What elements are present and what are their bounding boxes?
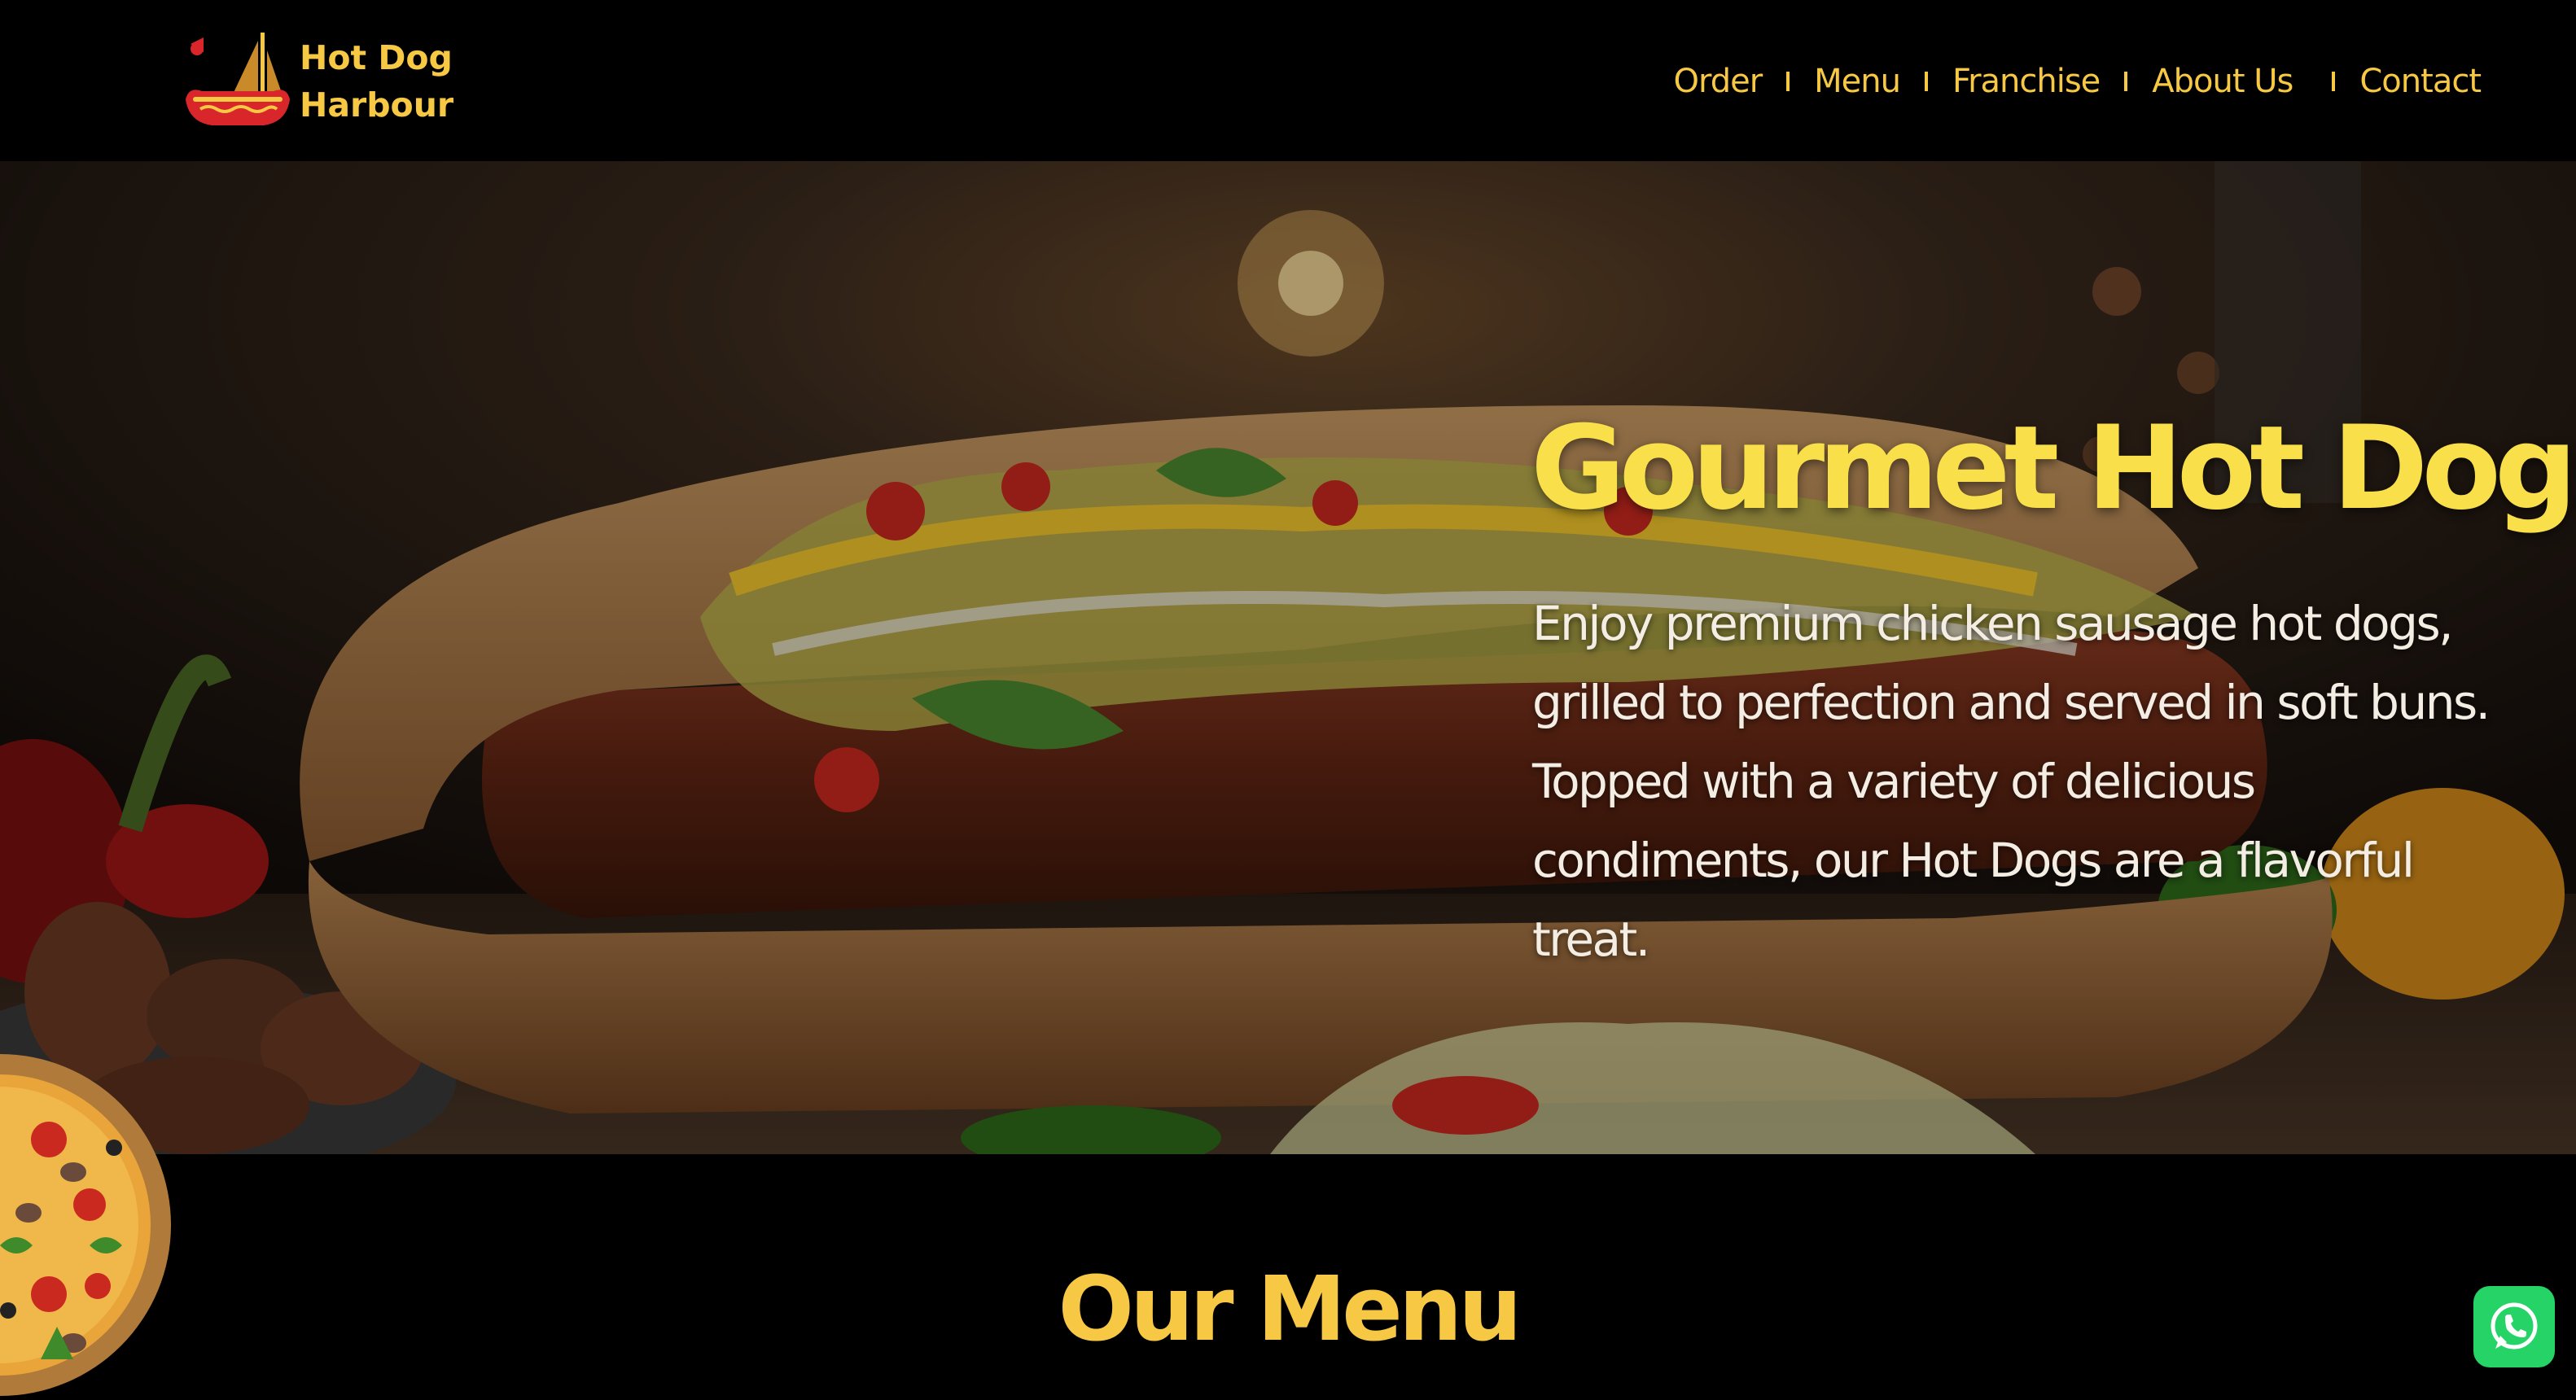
pizza-image — [0, 1054, 171, 1396]
whatsapp-button[interactable] — [2473, 1286, 2555, 1367]
nav-link-order[interactable]: Order — [1673, 63, 1763, 100]
brand-name-line2: Harbour — [300, 85, 454, 125]
hotdog-boat-icon — [186, 33, 290, 125]
nav-link-menu[interactable]: Menu — [1814, 63, 1901, 100]
brand-logo-link[interactable]: Hot Dog Harbour — [182, 29, 453, 133]
hero-section: Gourmet Hot Dogs Enjoy premium chicken s… — [0, 161, 2576, 1154]
hero-title: Gourmet Hot Dogs — [1531, 401, 2576, 536]
nav-divider — [1924, 72, 1928, 91]
nav-link-about-us[interactable]: About Us — [2152, 63, 2293, 100]
nav-link-franchise[interactable]: Franchise — [1952, 63, 2101, 100]
hero-description: Enjoy premium chicken sausage hot dogs, … — [1532, 596, 2491, 967]
whatsapp-icon — [2491, 1302, 2538, 1350]
site-header: Hot Dog Harbour Order Menu Franchise Abo… — [0, 0, 2576, 161]
main-nav: Order Menu Franchise About Us Contact — [1673, 50, 2482, 112]
brand-name-line1: Hot Dog — [300, 38, 453, 77]
nav-divider — [2332, 72, 2336, 91]
nav-divider — [1786, 72, 1790, 91]
nav-link-contact[interactable]: Contact — [2359, 63, 2482, 100]
menu-section: Our Menu — [0, 1154, 2576, 1381]
brand-name: Hot Dog Harbour — [300, 34, 453, 129]
nav-divider — [2124, 72, 2128, 91]
menu-section-title: Our Menu — [1058, 1257, 1522, 1361]
